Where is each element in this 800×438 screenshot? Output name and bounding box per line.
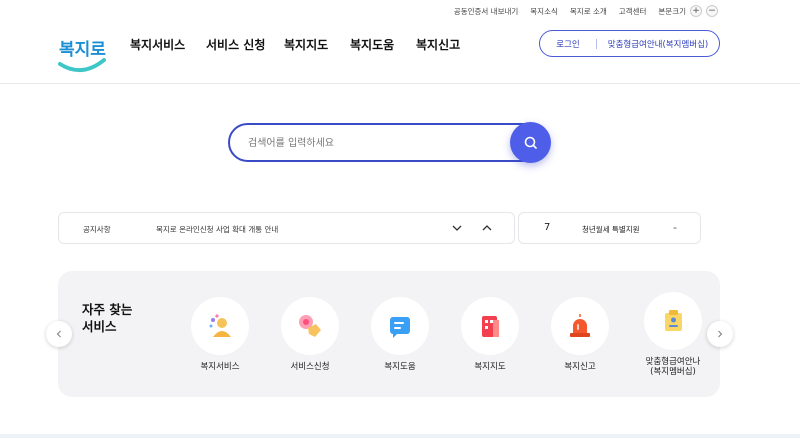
carousel-next-button[interactable] [707,321,733,347]
bokjiro-logo[interactable]: 복지로 [56,24,108,76]
chevron-down-icon[interactable] [451,222,463,234]
util-link-about[interactable]: 복지로 소개 [570,6,607,17]
search-input[interactable] [248,134,498,152]
keyword-text: 청년월세 특별지원 [582,225,640,234]
search-icon [524,136,537,149]
nav-welfare-help[interactable]: 복지도움 [350,36,416,53]
carousel-prev-button[interactable] [46,321,72,347]
font-size-label: 본문크기 [658,6,686,16]
notice-bar: 공지사항 복지로 온라인신청 사업 확대 개통 안내 [58,212,515,244]
site-header: 복지로 복지서비스 서비스 신청 복지지도 복지도움 복지신고 로그인 맞춤형급… [0,18,800,84]
search-button[interactable] [510,122,551,163]
chevron-up-icon[interactable] [481,222,493,234]
font-decrease-button[interactable]: − [706,5,718,17]
service-apply-icon [281,297,339,355]
service-item-benefit-guide[interactable]: 맞춤형급여안나 (복지멤버십) [638,292,708,377]
login-membership-box: 로그인 맞춤형급여안내(복지멤버십) [539,30,720,57]
benefit-guide-icon [644,292,702,350]
chevron-right-icon [718,330,723,338]
chevron-left-icon [56,330,61,338]
nav-service-apply[interactable]: 서비스 신청 [206,36,284,53]
welfare-map-icon [461,297,519,355]
utility-bar: 공동인증서 내보내기 복지소식 복지로 소개 고객센터 본문크기 + − [454,4,718,18]
welfare-help-icon [371,297,429,355]
service-item-service-apply[interactable]: 서비스신청 [275,297,345,372]
service-label: 복지서비스 [200,362,240,372]
util-link-cert-export[interactable]: 공동인증서 내보내기 [454,6,518,17]
keyword-change: - [673,221,677,234]
util-link-news[interactable]: 복지소식 [530,6,558,17]
font-increase-button[interactable]: + [690,5,702,17]
util-link-customer-center[interactable]: 고객센터 [619,6,647,17]
search-box [228,123,550,162]
service-item-welfare-report[interactable]: 복지신고 [545,297,615,372]
service-label: 복지지도 [474,362,506,372]
title-line-1: 자주 찾는 [82,302,133,317]
font-size-control: 본문크기 + − [658,5,718,17]
service-label: 복지신고 [564,362,596,372]
nav-welfare-map[interactable]: 복지지도 [284,36,350,53]
notice-title-link[interactable]: 복지로 온라인신청 사업 확대 개통 안내 [156,224,278,235]
membership-button[interactable]: 맞춤형급여안내(복지멤버십) [597,38,719,50]
welfare-service-icon [191,297,249,355]
trending-keyword-box[interactable]: 7 청년월세 특별지원 - [518,212,701,244]
service-item-welfare-map[interactable]: 복지지도 [455,297,525,372]
service-label: 맞춤형급여안나 (복지멤버십) [638,357,708,377]
service-label: 서비스신청 [290,362,330,372]
logo-text: 복지로 [59,40,106,60]
keyword-rank: 7 [544,222,551,233]
nav-welfare-report[interactable]: 복지신고 [416,36,476,53]
service-item-welfare-help[interactable]: 복지도움 [365,297,435,372]
title-line-2: 서비스 [82,319,117,334]
service-label-line-1: 맞춤형급여안나 [645,357,701,367]
nav-welfare-service[interactable]: 복지서비스 [130,36,206,53]
section-divider [0,434,800,438]
service-item-welfare-service[interactable]: 복지서비스 [185,297,255,372]
welfare-report-icon [551,297,609,355]
service-label: 복지도움 [384,362,416,372]
login-button[interactable]: 로그인 [540,38,596,50]
service-label-line-2: (복지멤버십) [650,367,696,377]
main-nav: 복지서비스 서비스 신청 복지지도 복지도움 복지신고 [130,36,476,53]
notice-label: 공지사항 [83,225,111,234]
frequent-services-title: 자주 찾는 서비스 [82,301,132,335]
